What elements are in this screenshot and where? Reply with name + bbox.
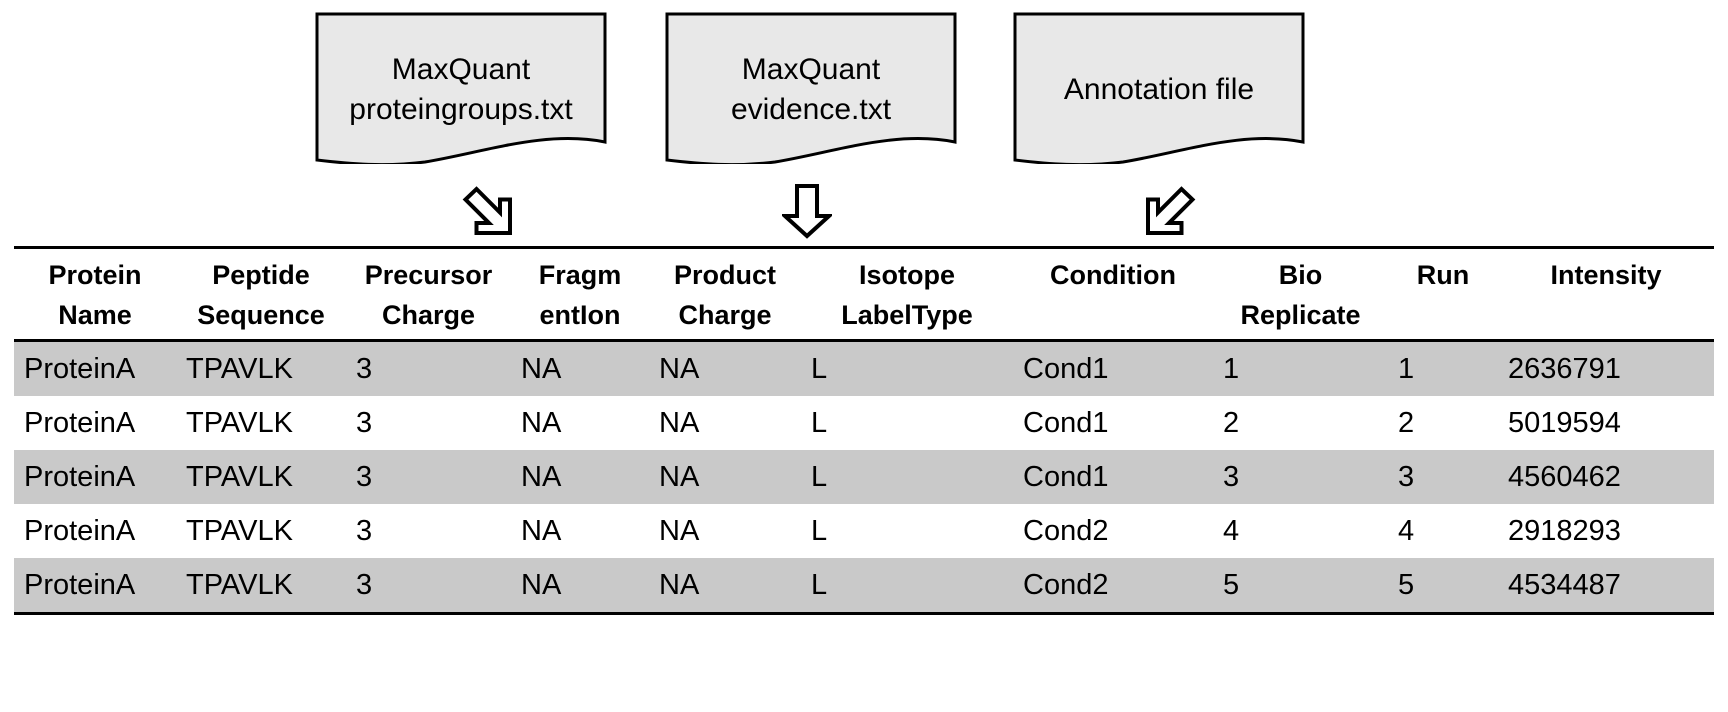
cell-isotope-label-type: L bbox=[811, 407, 828, 439]
column-header-product-charge[interactable]: Product Charge bbox=[649, 246, 801, 342]
cell-intensity: 2918293 bbox=[1508, 515, 1621, 547]
cell-condition: Cond2 bbox=[1023, 515, 1109, 547]
cell-product-charge: NA bbox=[659, 515, 700, 547]
column-header-line1: Fragm bbox=[538, 260, 622, 290]
cell-protein-name: ProteinA bbox=[14, 450, 176, 504]
cell-peptide-sequence: TPAVLK bbox=[186, 515, 293, 547]
cell-isotope-label-type: L bbox=[801, 340, 1013, 396]
cell-bio-replicate: 1 bbox=[1213, 340, 1388, 396]
data-table-container: Protein Name Peptide Sequence Precursor … bbox=[14, 246, 1714, 615]
column-header-line2: Sequence bbox=[197, 300, 325, 330]
column-header-precursor-charge[interactable]: Precursor Charge bbox=[346, 246, 511, 342]
column-header-peptide-sequence[interactable]: Peptide Sequence bbox=[176, 246, 346, 342]
cell-fragment-ion: NA bbox=[511, 340, 649, 396]
cell-condition: Cond1 bbox=[1013, 450, 1213, 504]
cell-condition: Cond1 bbox=[1023, 407, 1109, 439]
cell-run: 2 bbox=[1398, 407, 1415, 439]
cell-isotope-label-type: L bbox=[811, 515, 828, 547]
column-header-bio-replicate[interactable]: Bio Replicate bbox=[1213, 246, 1388, 342]
cell-product-charge: NA bbox=[649, 450, 801, 504]
table-row[interactable]: ProteinA TPAVLK 3 NA NA L Cond1 1 1 2636… bbox=[14, 340, 1714, 396]
cell-isotope-label-type: L bbox=[801, 450, 1013, 504]
cell-peptide-sequence: TPAVLK bbox=[176, 340, 346, 396]
cell-intensity: 4560462 bbox=[1498, 450, 1714, 504]
cell-bio-replicate: 2 bbox=[1223, 407, 1240, 439]
cell-bio-replicate: 5 bbox=[1213, 558, 1388, 615]
cell-precursor-charge: 3 bbox=[356, 407, 373, 439]
column-header-isotope-label-type[interactable]: Isotope LabelType bbox=[801, 246, 1013, 342]
column-header-intensity[interactable]: Intensity bbox=[1498, 246, 1714, 342]
cell-peptide-sequence: TPAVLK bbox=[186, 407, 293, 439]
table-row[interactable]: ProteinA TPAVLK 3 NA NA L Cond1 2 2 5019… bbox=[14, 396, 1714, 450]
cell-condition: Cond2 bbox=[1013, 558, 1213, 615]
arrow-down-left-icon bbox=[1140, 186, 1196, 238]
cell-run: 4 bbox=[1398, 515, 1415, 547]
column-header-line1: Isotope bbox=[858, 260, 955, 290]
cell-run: 3 bbox=[1388, 450, 1498, 504]
cell-run: 5 bbox=[1388, 558, 1498, 615]
column-header-fragment-ion[interactable]: Fragm entIon bbox=[511, 246, 649, 342]
column-header-line1: Protein bbox=[48, 260, 142, 290]
cell-fragment-ion: NA bbox=[521, 515, 562, 547]
arrow-down-icon bbox=[782, 183, 832, 239]
document-shape-icon bbox=[1013, 12, 1305, 164]
column-header-line1: Bio bbox=[1278, 260, 1323, 290]
cell-precursor-charge: 3 bbox=[346, 450, 511, 504]
table-row[interactable]: ProteinA TPAVLK 3 NA NA L Cond2 5 5 4534… bbox=[14, 558, 1714, 615]
column-header-protein-name[interactable]: Protein Name bbox=[14, 246, 176, 342]
column-header-line1: Product bbox=[673, 260, 776, 290]
document-shape-icon bbox=[315, 12, 607, 164]
cell-product-charge: NA bbox=[649, 558, 801, 615]
column-header-line1: Precursor bbox=[364, 260, 493, 290]
column-header-run[interactable]: Run bbox=[1388, 246, 1498, 342]
cell-product-charge: NA bbox=[659, 407, 700, 439]
document-shape-icon bbox=[665, 12, 957, 164]
cell-bio-replicate: 3 bbox=[1213, 450, 1388, 504]
column-header-line1: Condition bbox=[1050, 260, 1176, 290]
cell-condition: Cond1 bbox=[1013, 340, 1213, 396]
arrow-down-right-icon bbox=[458, 186, 514, 238]
source-documents-group: MaxQuant proteingroups.txt MaxQuant evid… bbox=[0, 0, 1728, 239]
cell-run: 1 bbox=[1388, 340, 1498, 396]
cell-isotope-label-type: L bbox=[801, 558, 1013, 615]
cell-protein-name: ProteinA bbox=[24, 407, 136, 439]
table-body: ProteinA TPAVLK 3 NA NA L Cond1 1 1 2636… bbox=[14, 340, 1714, 615]
table-row[interactable]: ProteinA TPAVLK 3 NA NA L Cond1 3 3 4560… bbox=[14, 450, 1714, 504]
column-header-line2: Charge bbox=[678, 300, 772, 330]
column-header-condition[interactable]: Condition bbox=[1013, 246, 1213, 342]
cell-protein-name: ProteinA bbox=[24, 515, 136, 547]
data-table: Protein Name Peptide Sequence Precursor … bbox=[14, 246, 1714, 615]
source-document-maxquant-evidence[interactable]: MaxQuant evidence.txt bbox=[665, 12, 957, 164]
cell-protein-name: ProteinA bbox=[14, 558, 176, 615]
cell-protein-name: ProteinA bbox=[14, 340, 176, 396]
cell-bio-replicate: 4 bbox=[1223, 515, 1240, 547]
cell-precursor-charge: 3 bbox=[346, 558, 511, 615]
cell-fragment-ion: NA bbox=[511, 450, 649, 504]
cell-intensity: 2636791 bbox=[1498, 340, 1714, 396]
column-header-line1: Intensity bbox=[1550, 260, 1662, 290]
column-header-line2: entIon bbox=[539, 300, 621, 330]
source-document-annotation-file[interactable]: Annotation file bbox=[1013, 12, 1305, 164]
table-header: Protein Name Peptide Sequence Precursor … bbox=[14, 246, 1714, 342]
cell-peptide-sequence: TPAVLK bbox=[176, 558, 346, 615]
cell-intensity: 5019594 bbox=[1508, 407, 1621, 439]
cell-fragment-ion: NA bbox=[521, 407, 562, 439]
cell-product-charge: NA bbox=[649, 340, 801, 396]
cell-precursor-charge: 3 bbox=[356, 515, 373, 547]
column-header-line2: Charge bbox=[381, 300, 476, 330]
column-header-line2: LabelType bbox=[841, 300, 973, 330]
cell-fragment-ion: NA bbox=[511, 558, 649, 615]
source-document-maxquant-proteingroups[interactable]: MaxQuant proteingroups.txt bbox=[315, 12, 607, 164]
column-header-line1: Run bbox=[1416, 260, 1470, 290]
column-header-line2: Replicate bbox=[1240, 300, 1361, 330]
column-header-line1: Peptide bbox=[212, 260, 310, 290]
cell-intensity: 4534487 bbox=[1498, 558, 1714, 615]
column-header-line2: Name bbox=[58, 300, 132, 330]
cell-precursor-charge: 3 bbox=[346, 340, 511, 396]
table-row[interactable]: ProteinA TPAVLK 3 NA NA L Cond2 4 4 2918… bbox=[14, 504, 1714, 558]
cell-peptide-sequence: TPAVLK bbox=[176, 450, 346, 504]
